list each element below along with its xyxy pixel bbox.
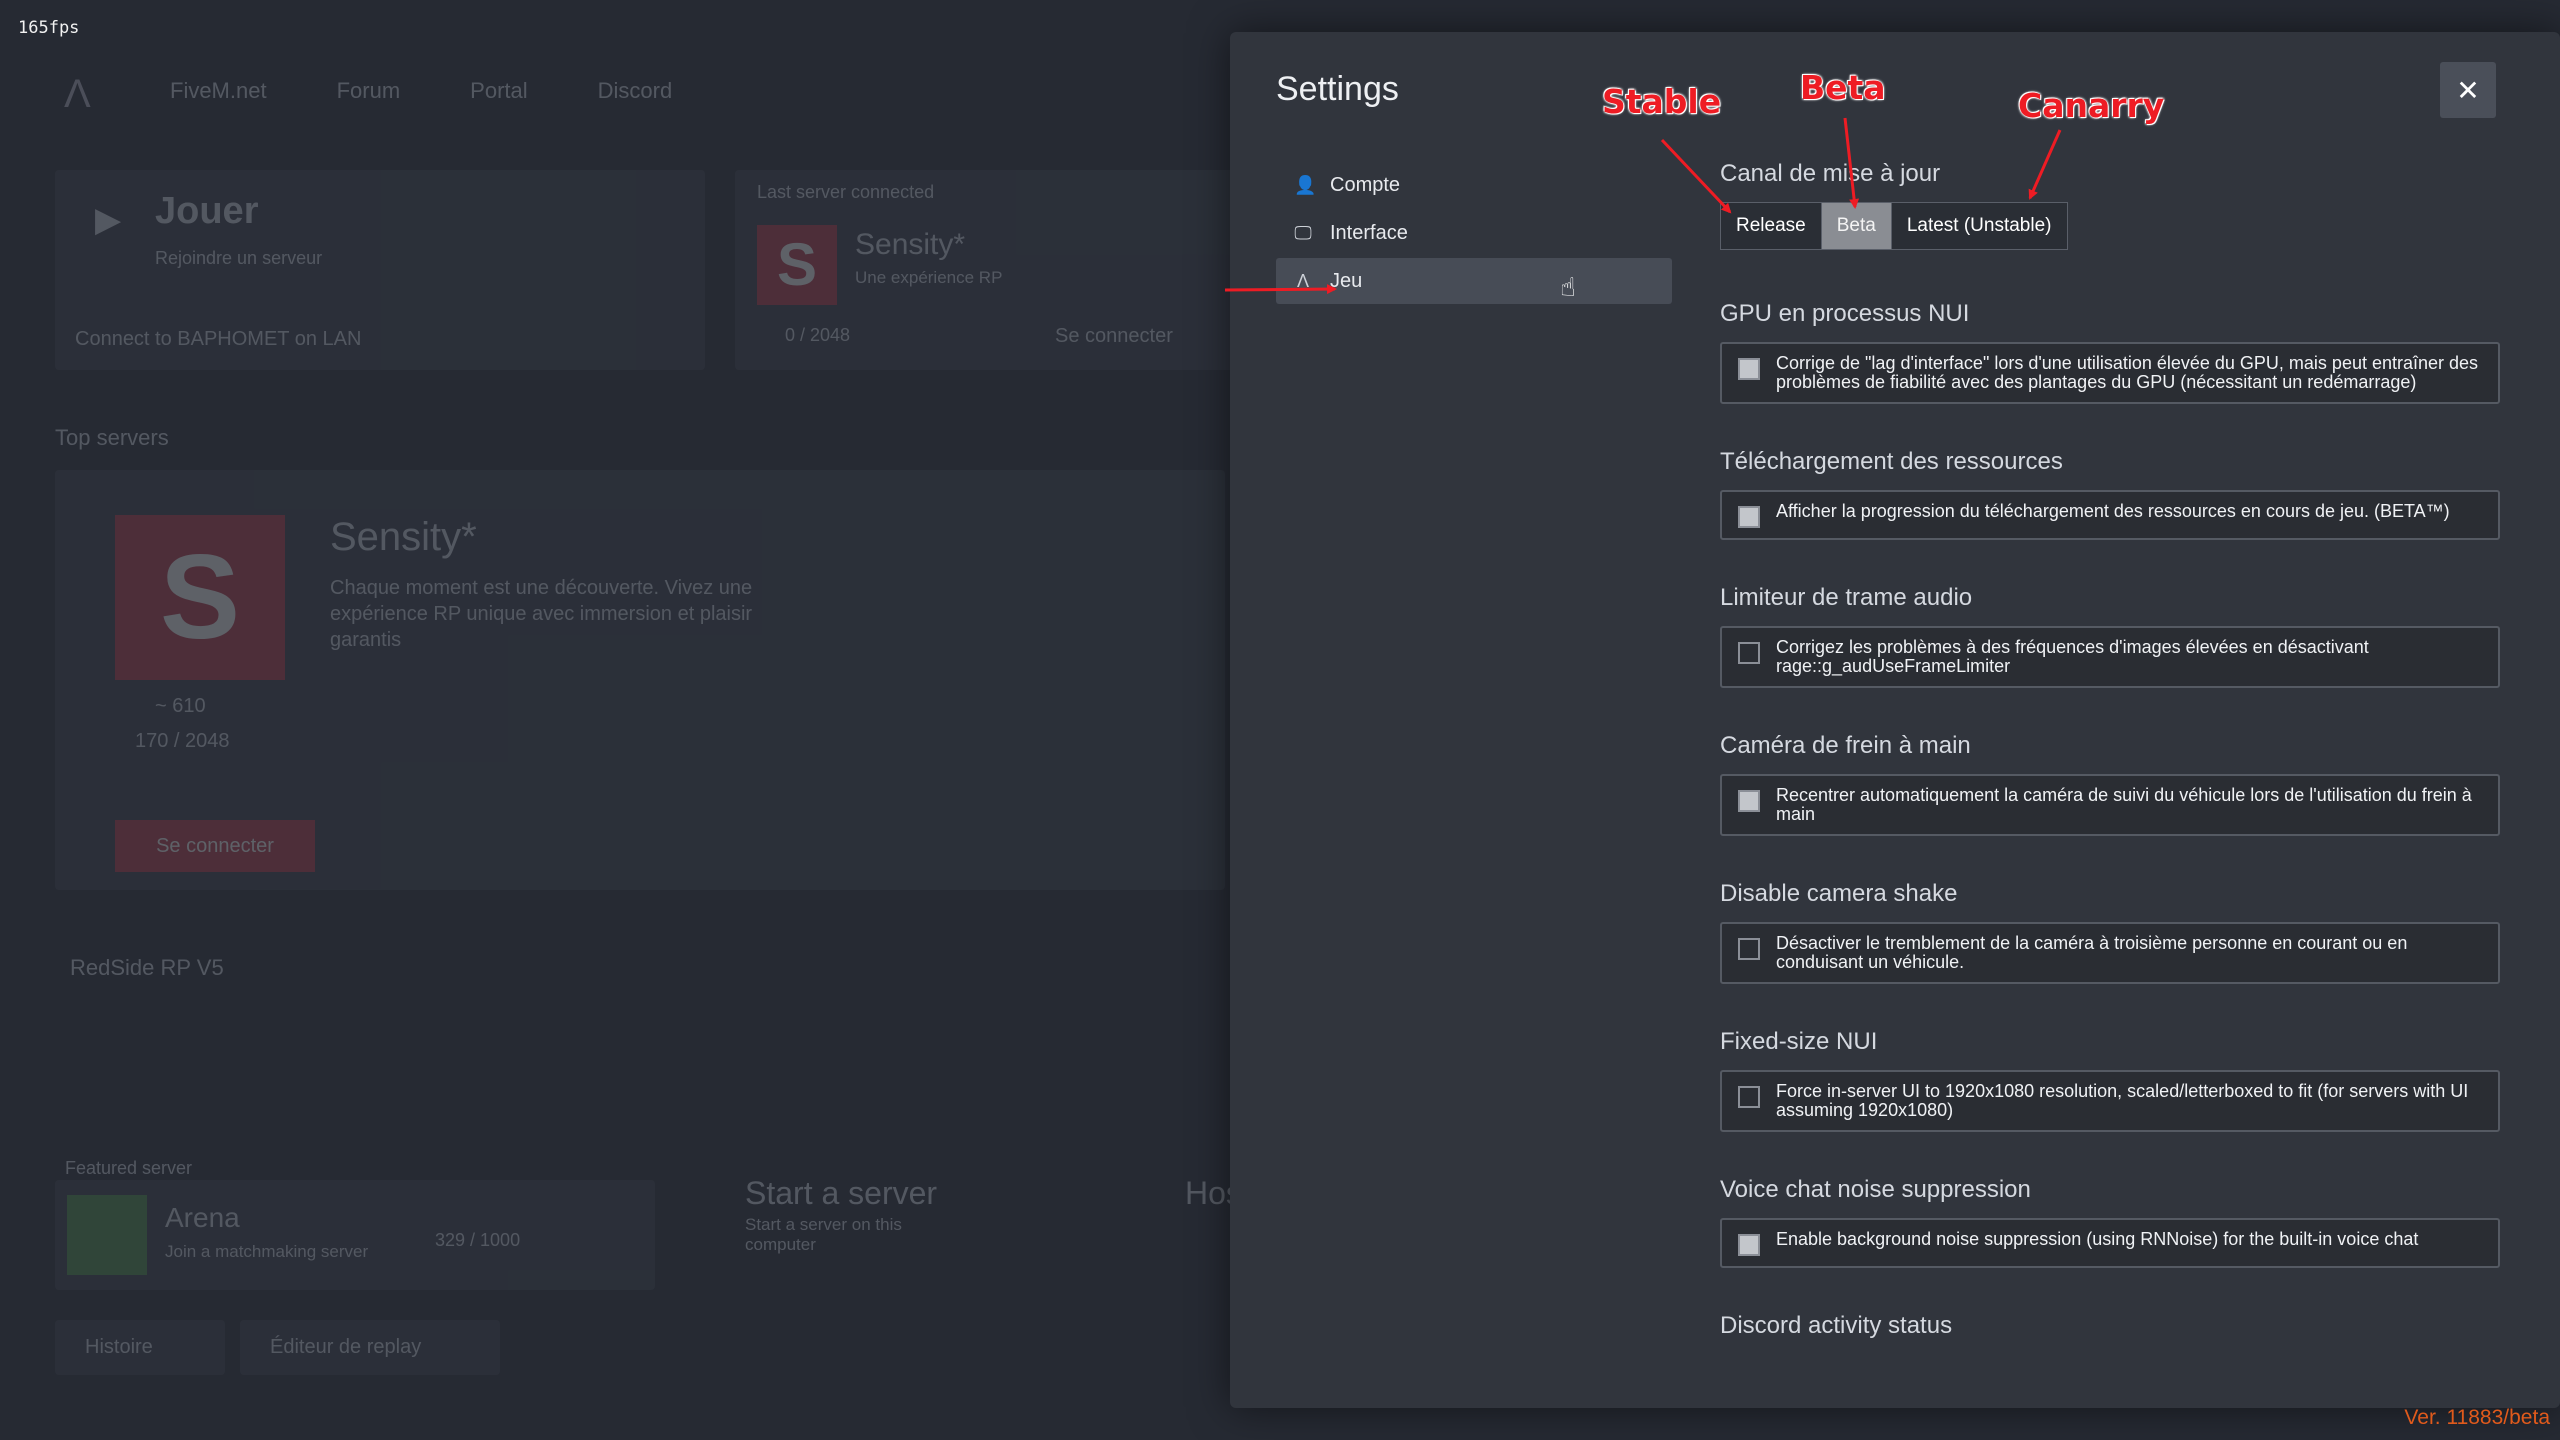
setting-title: GPU en processus NUI [1720,300,1970,327]
setting-audio-frame-limiter[interactable]: Corrigez les problèmes à des fréquences … [1720,626,2500,688]
user-icon: 👤 [1294,174,1317,195]
arena-subtitle: Join a matchmaking server [165,1242,369,1261]
checkbox[interactable] [1738,506,1760,528]
monitor-icon: 🖵 [1294,222,1312,243]
mouse-cursor-icon: ☝ [1560,272,1576,302]
top-nav: FiveM.net Forum Portal Discord [170,78,672,104]
setting-description: Corrigez les problèmes à des fréquences … [1776,637,2369,676]
channel-latest-button[interactable]: Latest (Unstable) [1891,202,2068,250]
checkbox[interactable] [1738,790,1760,812]
channel-release-button[interactable]: Release [1720,202,1822,250]
checkbox[interactable] [1738,358,1760,380]
server-name: Sensity* [855,228,966,261]
setting-resource-download[interactable]: Afficher la progression du téléchargemen… [1720,490,2500,540]
play-icon: ▶ [95,201,122,239]
channel-beta-button[interactable]: Beta [1821,202,1892,250]
setting-fixed-size-nui[interactable]: Force in-server UI to 1920x1080 resoluti… [1720,1070,2500,1132]
close-icon: ✕ [2456,74,2480,106]
nav-item[interactable]: Forum [337,78,401,104]
start-server-title[interactable]: Start a server [745,1175,937,1212]
fivem-logo-icon: Λ [1296,270,1310,291]
setting-title: Caméra de frein à main [1720,732,1971,759]
sidebar-item-interface[interactable]: 🖵 Interface [1276,210,1672,256]
setting-description: Afficher la progression du téléchargemen… [1776,501,2450,521]
player-count: 329 / 1000 [435,1230,521,1250]
server-name: Sensity* [330,515,477,559]
setting-title: Téléchargement des ressources [1720,448,2063,475]
history-button[interactable]: Histoire [55,1320,225,1375]
checkbox[interactable] [1738,1086,1760,1108]
checkbox[interactable] [1738,642,1760,664]
last-server-label: Last server connected [757,182,935,202]
play-card[interactable]: ▶ Jouer Rejoindre un serveur Connect to … [55,170,705,370]
annotation-beta: Beta [1800,68,1886,107]
checkbox[interactable] [1738,938,1760,960]
server-ping: ~ 610 [155,695,206,717]
setting-title: Fixed-size NUI [1720,1028,1878,1055]
setting-description: Enable background noise suppression (usi… [1776,1229,2419,1249]
arena-icon [67,1195,147,1275]
version-label: Ver. 11883/beta [2404,1406,2550,1429]
history-label: Histoire [85,1336,153,1358]
setting-camera-shake[interactable]: Désactiver le tremblement de la caméra à… [1720,922,2500,984]
arena-card[interactable]: Arena Join a matchmaking server 329 / 10… [55,1180,655,1290]
nav-item[interactable]: Discord [598,78,673,104]
replay-editor-button[interactable]: Éditeur de replay [240,1320,500,1375]
featured-label: Featured server [65,1158,193,1178]
settings-sidebar: 👤 Compte 🖵 Interface Λ Jeu [1276,162,1672,306]
replay-editor-label: Éditeur de replay [270,1336,422,1358]
connect-button[interactable]: Se connecter [1055,325,1173,348]
sidebar-item-label: Jeu [1330,269,1363,292]
setting-title: Discord activity status [1720,1312,1953,1339]
top-server-card[interactable]: S Sensity* Chaque moment est une découve… [55,470,1225,890]
server-logo: S [757,225,837,305]
player-count: 170 / 2048 [135,730,230,752]
nav-item[interactable]: FiveM.net [170,78,267,104]
setting-title: Limiteur de trame audio [1720,584,1973,611]
server-logo: S [115,515,285,680]
last-server-card[interactable]: Last server connected S Sensity* Une exp… [735,170,1255,370]
sidebar-item-jeu[interactable]: Λ Jeu [1276,258,1672,304]
server-desc: Chaque moment est une découverte. Vivez … [330,577,753,651]
update-channel-title: Canal de mise à jour [1720,160,1941,187]
annotation-canary: Canarry [2018,86,2165,125]
top-servers-label: Top servers [55,425,169,450]
player-count: 0 / 2048 [785,325,851,345]
setting-noise-suppression[interactable]: Enable background noise suppression (usi… [1720,1218,2500,1268]
annotation-stable: Stable [1602,82,1722,121]
setting-handbrake-camera[interactable]: Recentrer automatiquement la caméra de s… [1720,774,2500,836]
setting-description: Désactiver le tremblement de la caméra à… [1776,933,2408,972]
sidebar-item-label: Compte [1330,173,1401,196]
checkbox[interactable] [1738,1234,1760,1256]
fps-counter: 165fps [18,18,80,38]
sidebar-item-compte[interactable]: 👤 Compte [1276,162,1672,208]
server-row-name[interactable]: RedSide RP V5 [70,955,224,981]
setting-gpu-nui[interactable]: Corrige de "lag d'interface" lors d'une … [1720,342,2500,404]
play-subtitle: Rejoindre un serveur [155,248,323,268]
close-button[interactable]: ✕ [2440,62,2496,118]
sidebar-item-label: Interface [1330,221,1408,244]
update-channel-selector: Release Beta Latest (Unstable) [1720,202,2500,250]
lan-connect-link[interactable]: Connect to BAPHOMET on LAN [75,328,361,351]
modal-title: Settings [1276,70,1399,108]
connect-button[interactable]: Se connecter [115,820,315,872]
setting-description: Recentrer automatiquement la caméra de s… [1776,785,2472,824]
arena-name: Arena [165,1202,240,1233]
play-title: Jouer [155,190,259,232]
setting-description: Corrige de "lag d'interface" lors d'une … [1776,353,2479,392]
setting-title: Voice chat noise suppression [1720,1176,2031,1203]
app-logo-icon: Λ [64,72,91,116]
start-server-subtitle: Start a server on this computer [745,1215,902,1254]
setting-title: Disable camera shake [1720,880,1958,907]
nav-item[interactable]: Portal [470,78,527,104]
server-desc: Une expérience RP [855,268,1003,287]
setting-description: Force in-server UI to 1920x1080 resoluti… [1776,1081,2469,1120]
settings-content: Canal de mise à jour Release Beta Latest… [1720,160,2500,1354]
